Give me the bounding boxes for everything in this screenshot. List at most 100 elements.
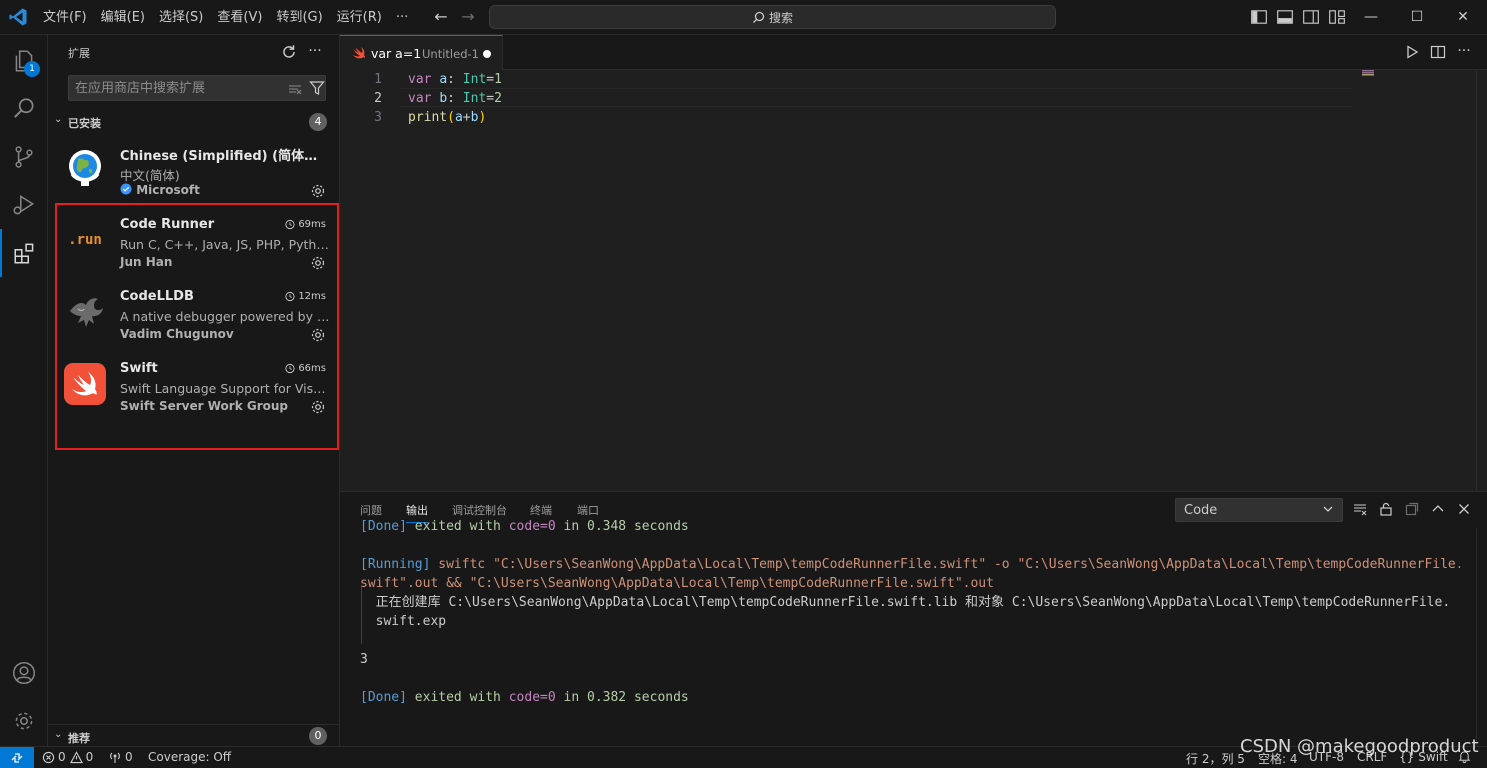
code-line-3: print(a+b) bbox=[408, 110, 487, 125]
activity-bar: 1 bbox=[0, 35, 48, 746]
minimize-button[interactable]: — bbox=[1348, 0, 1394, 35]
ports-status[interactable]: 0 bbox=[108, 750, 133, 764]
installed-section-header[interactable]: ⌄ 已安装 4 bbox=[48, 111, 340, 133]
extensions-button[interactable] bbox=[0, 229, 48, 277]
output-channel-value: Code bbox=[1184, 503, 1218, 518]
extension-name: Chinese (Simplified) (简体中文) Language Pac… bbox=[120, 149, 328, 164]
close-panel-icon[interactable] bbox=[1456, 501, 1472, 517]
tab-description: Untitled-1 bbox=[422, 47, 479, 61]
toggle-secondary-sidebar-icon[interactable] bbox=[1302, 8, 1320, 26]
clear-output-icon[interactable] bbox=[1352, 501, 1368, 517]
vscode-logo-icon bbox=[9, 8, 27, 26]
minimap[interactable] bbox=[1360, 70, 1476, 491]
maximize-panel-icon[interactable] bbox=[1430, 501, 1446, 517]
extension-description: 中文(简体) bbox=[120, 168, 180, 183]
publisher-name: Microsoft bbox=[136, 183, 200, 197]
tab-problems[interactable]: 问题 bbox=[360, 502, 382, 518]
run-code-icon[interactable] bbox=[1404, 44, 1420, 60]
warning-count: 0 bbox=[85, 750, 94, 764]
search-icon bbox=[14, 98, 34, 118]
recommended-section-header[interactable]: ⌄ 推荐 0 bbox=[48, 724, 340, 746]
editor-more-actions-icon[interactable]: ··· bbox=[1456, 44, 1472, 60]
search-icon bbox=[753, 11, 765, 23]
account-icon bbox=[12, 661, 36, 685]
tab-debug-console[interactable]: 调试控制台 bbox=[452, 502, 507, 518]
refresh-icon[interactable] bbox=[280, 43, 298, 61]
tab-untitled-1[interactable]: var a=1 Untitled-1 bbox=[340, 35, 503, 70]
customize-layout-icon[interactable] bbox=[1328, 8, 1346, 26]
tab-terminal[interactable]: 终端 bbox=[530, 502, 552, 518]
ports-count: 0 bbox=[125, 750, 133, 764]
error-icon bbox=[42, 751, 55, 763]
run-debug-button[interactable] bbox=[0, 181, 48, 229]
panel-vertical-scrollbar[interactable] bbox=[1476, 528, 1487, 747]
command-center-search[interactable]: 搜索 bbox=[489, 5, 1056, 29]
filter-icon[interactable] bbox=[309, 80, 325, 96]
source-control-icon bbox=[15, 146, 33, 168]
close-window-button[interactable]: ✕ bbox=[1440, 0, 1486, 35]
extensions-sidebar: 扩展 ··· ⌄ 已安装 4 Chinese (Simplified) (简体中… bbox=[48, 35, 340, 746]
explorer-button[interactable]: 1 bbox=[0, 37, 48, 85]
tab-ports[interactable]: 端口 bbox=[577, 502, 599, 518]
recommended-label: 推荐 bbox=[68, 732, 90, 745]
run-debug-icon bbox=[13, 194, 35, 215]
chevron-down-icon: ⌄ bbox=[54, 729, 63, 740]
clear-filter-icon[interactable] bbox=[287, 81, 303, 97]
error-count: 0 bbox=[58, 750, 66, 764]
settings-gear-icon bbox=[15, 712, 33, 730]
code-editor[interactable]: 1 2 3 var a: Int=1 var b: Int=2 print(a+… bbox=[340, 70, 1487, 491]
editor-vertical-scrollbar[interactable] bbox=[1476, 70, 1487, 491]
lock-scroll-icon[interactable] bbox=[1378, 501, 1394, 517]
menu-edit[interactable]: 编辑(E) bbox=[94, 0, 152, 35]
line-number: 1 bbox=[374, 72, 382, 87]
open-in-editor-icon[interactable] bbox=[1404, 501, 1420, 517]
maximize-button[interactable]: ☐ bbox=[1394, 0, 1440, 35]
output-line: swift.exp bbox=[360, 614, 447, 629]
more-actions-icon[interactable]: ··· bbox=[306, 43, 324, 61]
broadcast-icon bbox=[110, 752, 120, 763]
back-arrow-icon[interactable]: ← bbox=[432, 8, 450, 26]
forward-arrow-icon[interactable]: → bbox=[459, 8, 477, 26]
extensions-search-input[interactable] bbox=[75, 79, 275, 97]
manage-gear-icon[interactable] bbox=[310, 183, 326, 199]
output-content[interactable]: [Done] exited with code=0 in 0.348 secon… bbox=[360, 519, 1460, 747]
menu-go[interactable]: 转到(G) bbox=[269, 0, 329, 35]
output-line: 正在创建库 C:\Users\SeanWong\AppData\Local\Te… bbox=[360, 595, 1451, 610]
remote-indicator-button[interactable] bbox=[0, 747, 34, 768]
tab-title: var a=1 bbox=[371, 46, 422, 61]
menu-more[interactable]: ··· bbox=[389, 0, 415, 35]
explorer-badge: 1 bbox=[24, 61, 40, 77]
annotation-highlight-box bbox=[55, 203, 339, 450]
toggle-primary-sidebar-icon[interactable] bbox=[1250, 8, 1268, 26]
menu-file[interactable]: 文件(F) bbox=[36, 0, 94, 35]
chevron-down-icon: ⌄ bbox=[54, 114, 63, 125]
source-control-button[interactable] bbox=[0, 133, 48, 181]
chevron-down-icon bbox=[1323, 506, 1333, 512]
line-number: 3 bbox=[374, 110, 382, 125]
accounts-button[interactable] bbox=[0, 649, 48, 697]
installed-count-badge: 4 bbox=[309, 113, 327, 131]
extension-item-chinese[interactable]: Chinese (Simplified) (简体中文) Language Pac… bbox=[48, 137, 340, 209]
line-number: 2 bbox=[374, 91, 382, 106]
title-bar: 文件(F) 编辑(E) 选择(S) 查看(V) 转到(G) 运行(R) ··· … bbox=[0, 0, 1487, 35]
menu-selection[interactable]: 选择(S) bbox=[152, 0, 210, 35]
output-line: swift".out && "C:\Users\SeanWong\AppData… bbox=[360, 576, 994, 591]
toggle-panel-icon[interactable] bbox=[1276, 8, 1294, 26]
current-line-highlight bbox=[400, 88, 1352, 107]
menu-view[interactable]: 查看(V) bbox=[210, 0, 269, 35]
manage-button[interactable] bbox=[0, 697, 48, 745]
warning-icon bbox=[69, 750, 83, 763]
extension-publisher: Microsoft bbox=[120, 183, 300, 197]
problems-status[interactable]: 0 0 bbox=[42, 750, 93, 764]
menu-run[interactable]: 运行(R) bbox=[330, 0, 389, 35]
search-view-button[interactable] bbox=[0, 85, 48, 133]
cursor-position-status[interactable]: 行 2，列 5 bbox=[1186, 750, 1245, 767]
split-editor-icon[interactable] bbox=[1430, 44, 1446, 60]
coverage-status[interactable]: Coverage: Off bbox=[148, 750, 231, 764]
recommended-count-badge: 0 bbox=[309, 727, 327, 745]
unsaved-dot-icon[interactable] bbox=[483, 50, 491, 58]
output-line: [Done] exited with code=0 in 0.348 secon… bbox=[360, 519, 689, 534]
menu-bar: 文件(F) 编辑(E) 选择(S) 查看(V) 转到(G) 运行(R) ··· bbox=[36, 0, 415, 35]
